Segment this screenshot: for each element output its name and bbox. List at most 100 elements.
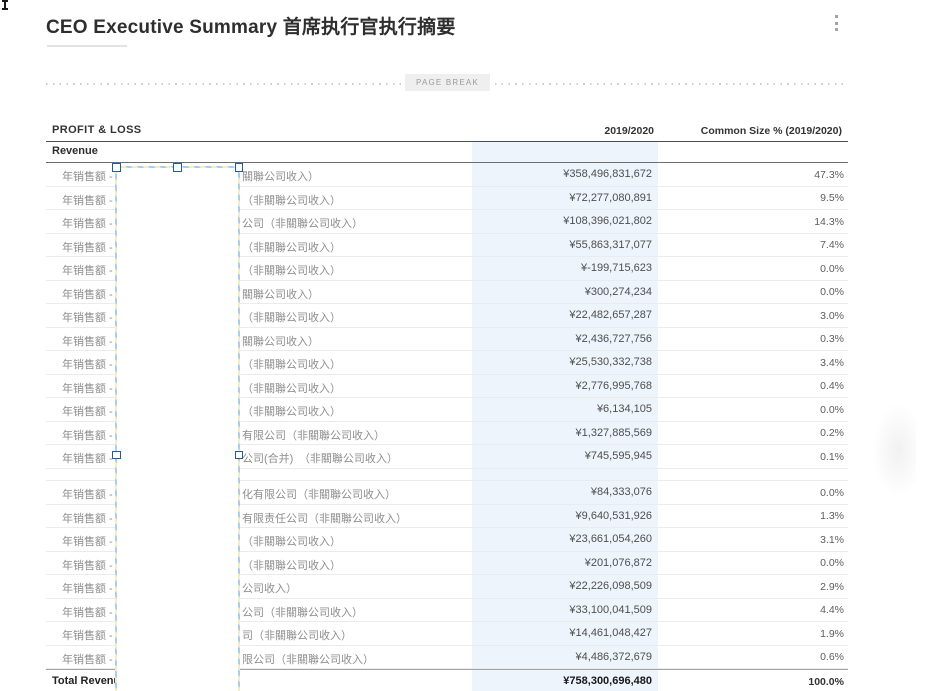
row-label-prefix: 年销售额 - [62, 604, 113, 620]
row-value: ¥72,277,080,891 [569, 192, 652, 204]
row-label-suffix: 司（非關聯公司收入） [242, 627, 352, 643]
row-value: ¥2,776,995,768 [576, 380, 652, 392]
row-label-prefix: 年销售额 - [62, 168, 113, 184]
row-label-prefix: 年销售额 - [62, 450, 113, 466]
row-label-prefix: 年销售额 - [62, 510, 113, 526]
row-value: ¥23,661,054,260 [569, 533, 652, 545]
row-label-prefix: 年销售额 - [62, 651, 113, 667]
row-value: ¥4,486,372,679 [576, 651, 652, 663]
row-value: ¥2,436,727,756 [576, 333, 652, 345]
row-pct: 47.3% [814, 169, 844, 181]
row-label-prefix: 年销售额 - [62, 580, 113, 596]
selection-handle-top-left[interactable] [112, 163, 121, 172]
row-label-suffix: 公司（非關聯公司收入） [242, 215, 363, 231]
row-pct: 0.2% [820, 427, 844, 439]
right-edge-scroll-hint [872, 402, 916, 498]
row-label-suffix: （非關聯公司收入） [242, 262, 341, 278]
row-label-suffix: （非關聯公司收入） [242, 356, 341, 372]
row-pct: 3.0% [820, 310, 844, 322]
row-value: ¥-199,715,623 [581, 262, 652, 274]
report-page: CEO Executive Summary 首席执行官执行摘要 PAGE BRE… [0, 0, 928, 691]
row-label-prefix: 年销售额 - [62, 557, 113, 573]
row-pct: 0.0% [820, 557, 844, 569]
text-cursor-icon [2, 0, 8, 10]
redaction-selection-box[interactable] [115, 166, 240, 691]
row-pct: 0.4% [820, 380, 844, 392]
row-label-suffix: 公司收入） [242, 580, 297, 596]
row-value: ¥55,863,317,077 [569, 239, 652, 251]
page-break-divider: PAGE BREAK [46, 83, 848, 85]
group-header-row: Revenue [46, 142, 848, 163]
row-label-suffix: 關聯公司收入） [242, 286, 319, 302]
row-pct: 3.1% [820, 534, 844, 546]
row-value: ¥108,396,021,802 [563, 215, 652, 227]
selection-handle-top-right[interactable] [235, 163, 244, 172]
page-title: CEO Executive Summary 首席执行官执行摘要 [46, 12, 456, 39]
row-value: ¥201,076,872 [585, 557, 652, 569]
selection-handle-top-middle[interactable] [173, 163, 182, 172]
row-value: ¥6,134,105 [597, 403, 652, 415]
row-label-suffix: （非關聯公司收入） [242, 403, 341, 419]
row-label-prefix: 年销售额 - [62, 356, 113, 372]
row-label-prefix: 年销售额 - [62, 427, 113, 443]
row-pct: 0.0% [820, 404, 844, 416]
row-label-suffix: 關聯公司收入） [242, 168, 319, 184]
row-pct: 0.6% [820, 651, 844, 663]
row-label-prefix: 年销售额 - [62, 403, 113, 419]
row-pct: 0.3% [820, 333, 844, 345]
row-label-suffix: 關聯公司收入） [242, 333, 319, 349]
row-label-suffix: 有限公司（非關聯公司收入） [242, 427, 385, 443]
selection-handle-middle-left[interactable] [112, 451, 121, 460]
row-pct: 2.9% [820, 581, 844, 593]
row-value: ¥84,333,076 [591, 486, 652, 498]
row-label-prefix: 年销售额 - [62, 486, 113, 502]
row-label-prefix: 年销售额 - [62, 533, 113, 549]
row-pct: 3.4% [820, 357, 844, 369]
row-value: ¥22,482,657,287 [569, 309, 652, 321]
row-label-prefix: 年销售额 - [62, 239, 113, 255]
row-pct: 14.3% [814, 216, 844, 228]
row-pct: 0.0% [820, 286, 844, 298]
row-label-prefix: 年销售额 - [62, 286, 113, 302]
row-label-suffix: （非關聯公司收入） [242, 557, 341, 573]
row-label-suffix: 公司（非關聯公司收入） [242, 604, 363, 620]
row-pct: 0.1% [820, 451, 844, 463]
row-value: ¥300,274,234 [585, 286, 652, 298]
selection-handle-middle-right[interactable] [235, 451, 244, 460]
row-label-prefix: 年销售额 - [62, 627, 113, 643]
row-value: ¥9,640,531,926 [576, 510, 652, 522]
total-pct: 100.0% [808, 676, 844, 688]
column-header-common-size: Common Size % (2019/2020) [701, 125, 842, 137]
more-options-icon[interactable] [830, 15, 842, 35]
row-pct: 0.0% [820, 263, 844, 275]
group-header-label: Revenue [52, 145, 98, 157]
row-value: ¥25,530,332,738 [569, 356, 652, 368]
row-label-suffix: （非關聯公司收入） [242, 533, 341, 549]
row-label-prefix: 年销售额 - [62, 333, 113, 349]
row-label-suffix: （非關聯公司收入） [242, 380, 341, 396]
row-value: ¥358,496,831,672 [563, 168, 652, 180]
row-value: ¥14,461,048,427 [569, 627, 652, 639]
row-label-prefix: 年销售额 - [62, 262, 113, 278]
row-label-suffix: （非關聯公司收入） [242, 309, 341, 325]
page-break-label: PAGE BREAK [405, 74, 490, 91]
row-value: ¥22,226,098,509 [569, 580, 652, 592]
row-value: ¥1,327,885,569 [576, 427, 652, 439]
row-label-suffix: （非關聯公司收入） [242, 192, 341, 208]
row-value: ¥745,595,945 [585, 450, 652, 462]
row-pct: 1.3% [820, 510, 844, 522]
row-label-prefix: 年销售额 - [62, 192, 113, 208]
row-label-prefix: 年销售额 - [62, 309, 113, 325]
row-pct: 1.9% [820, 628, 844, 640]
row-pct: 0.0% [820, 487, 844, 499]
row-label-suffix: 化有限公司（非關聯公司收入） [242, 486, 396, 502]
row-pct: 4.4% [820, 604, 844, 616]
row-label-prefix: 年销售额 - [62, 380, 113, 396]
table-title: PROFIT & LOSS [52, 124, 142, 136]
row-pct: 7.4% [820, 239, 844, 251]
row-value: ¥33,100,041,509 [569, 604, 652, 616]
row-label-suffix: 公司(合并) （非關聯公司收入） [242, 450, 398, 466]
row-label-suffix: 有限责任公司（非關聯公司收入） [242, 510, 407, 526]
total-value: ¥758,300,696,480 [563, 675, 652, 687]
row-pct: 9.5% [820, 192, 844, 204]
